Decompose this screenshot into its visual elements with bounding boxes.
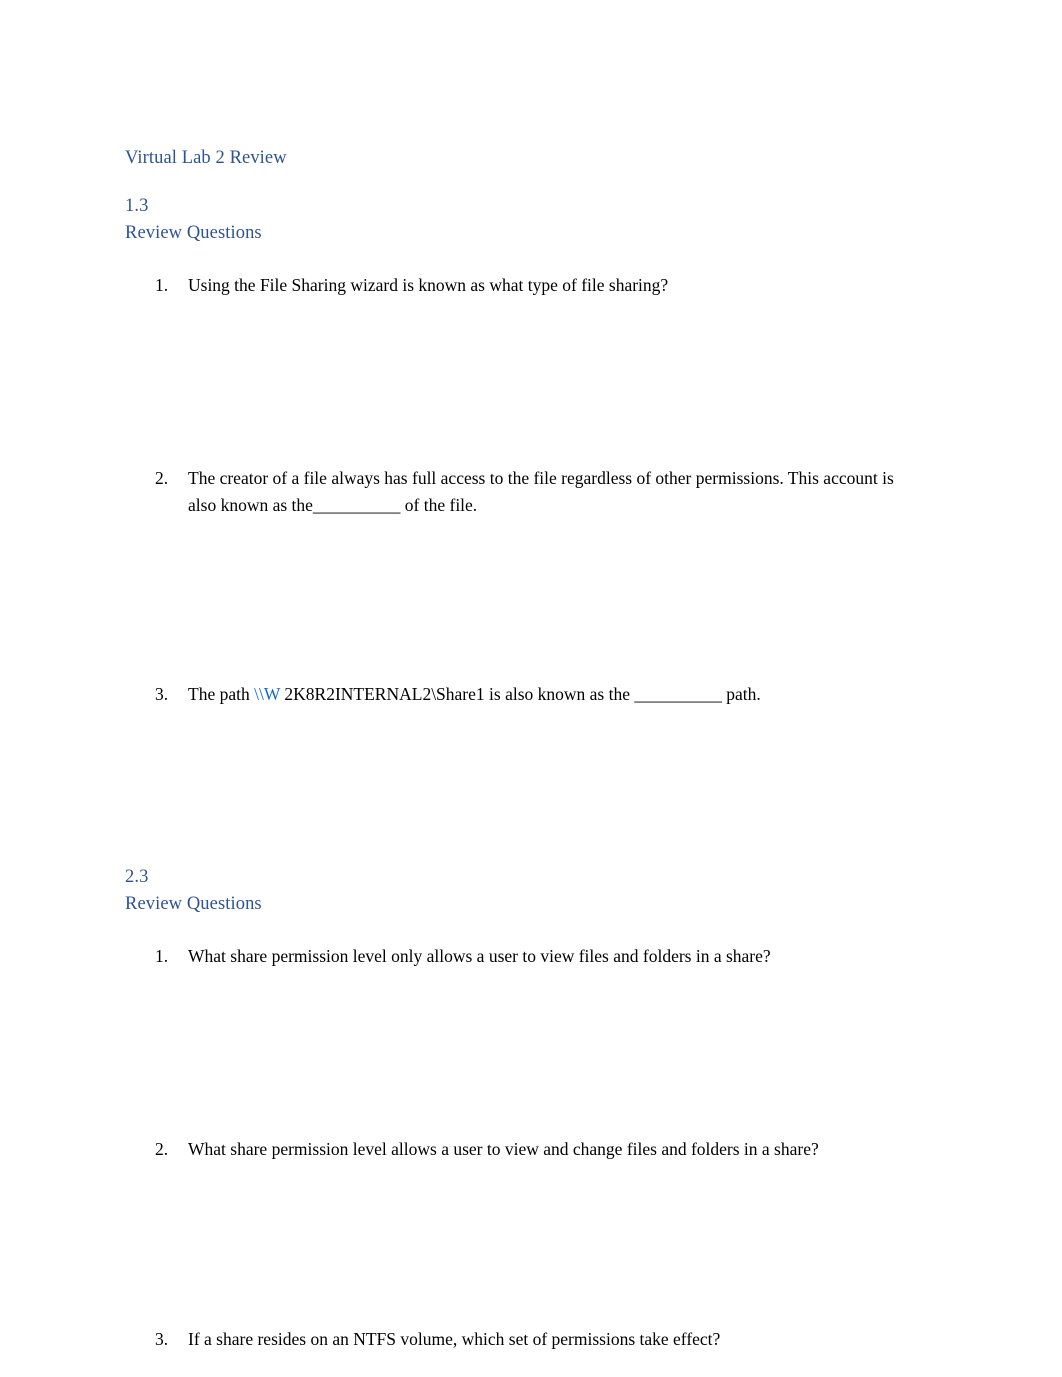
question-list-1-3: 1. Using the File Sharing wizard is know… bbox=[125, 272, 902, 863]
question-text: If a share resides on an NTFS volume, wh… bbox=[188, 1328, 721, 1349]
question-number: 2. bbox=[155, 1139, 169, 1160]
question-number: 2. bbox=[155, 468, 169, 489]
document-page: Virtual Lab 2 Review 1.3 Review Question… bbox=[0, 0, 1062, 1377]
answer-space[interactable] bbox=[188, 970, 902, 1136]
question-number: 3. bbox=[155, 1328, 169, 1349]
question-text: What share permission level only allows … bbox=[188, 946, 771, 967]
document-title: Virtual Lab 2 Review bbox=[125, 148, 287, 168]
question-item: 2. What share permission level allows a … bbox=[125, 1136, 902, 1326]
question-item: 1. What share permission level only allo… bbox=[125, 943, 902, 1136]
section-number: 1.3 bbox=[125, 195, 149, 216]
question-number: 3. bbox=[155, 684, 169, 705]
question-item: 2. The creator of a file always has full… bbox=[125, 465, 902, 681]
question-text-prefix: The path bbox=[188, 684, 255, 705]
question-text: Using the File Sharing wizard is known a… bbox=[188, 275, 669, 296]
unc-path-link[interactable]: \\W bbox=[254, 684, 280, 704]
section-number: 2.3 bbox=[125, 866, 149, 887]
section-label: Review Questions bbox=[125, 222, 262, 243]
answer-space[interactable] bbox=[188, 299, 902, 465]
answer-space[interactable] bbox=[188, 708, 902, 864]
section-heading-1-3: 1.3 Review Questions bbox=[125, 193, 902, 247]
question-item: 3. If a share resides on an NTFS volume,… bbox=[125, 1326, 902, 1353]
question-item: 1. Using the File Sharing wizard is know… bbox=[125, 272, 902, 465]
question-text-suffix: 2K8R2INTERNAL2\Share1 is also known as t… bbox=[280, 684, 761, 705]
question-list-2-3: 1. What share permission level only allo… bbox=[125, 943, 902, 1352]
question-text: The path \\W 2K8R2INTERNAL2\Share1 is al… bbox=[188, 681, 902, 708]
section-label: Review Questions bbox=[125, 893, 262, 914]
question-number: 1. bbox=[155, 275, 169, 296]
question-item: 3. The path \\W 2K8R2INTERNAL2\Share1 is… bbox=[125, 681, 902, 864]
question-text: What share permission level allows a use… bbox=[188, 1139, 819, 1160]
answer-space[interactable] bbox=[188, 518, 902, 681]
answer-space[interactable] bbox=[188, 1163, 902, 1326]
question-text: The creator of a file always has full ac… bbox=[188, 468, 894, 515]
question-number: 1. bbox=[155, 946, 169, 967]
section-heading-2-3: 2.3 Review Questions bbox=[125, 864, 902, 918]
